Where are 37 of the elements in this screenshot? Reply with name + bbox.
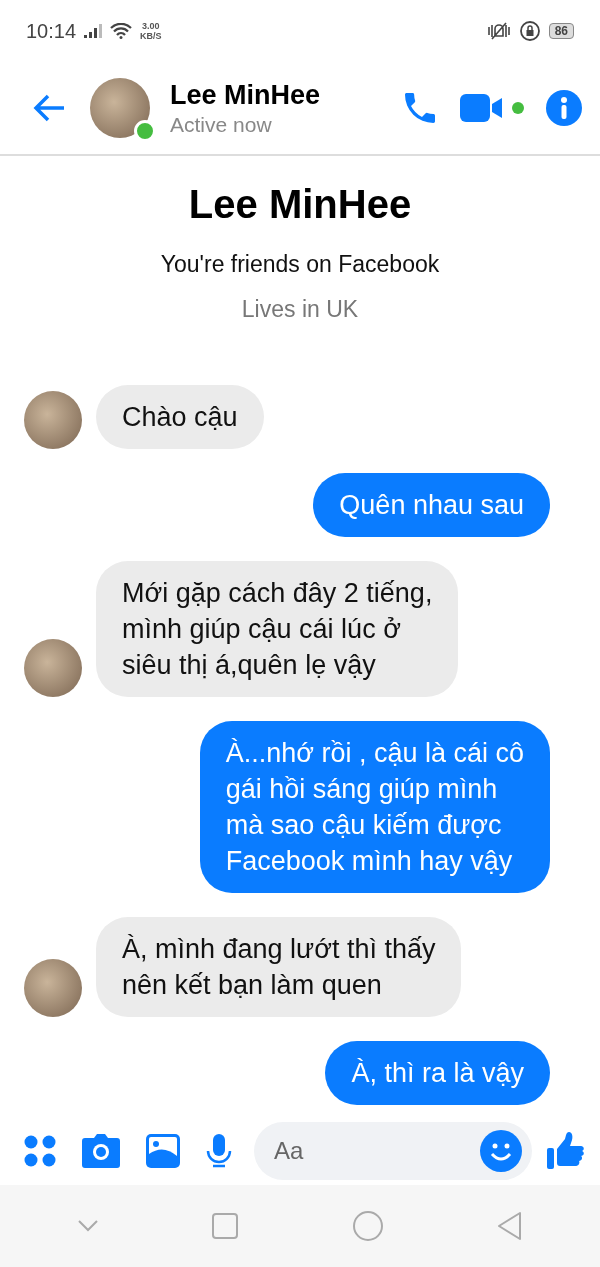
home-icon[interactable] [351,1210,384,1242]
received-message: Chào cậu [96,385,264,449]
info-icon[interactable] [546,90,582,126]
back-arrow-icon[interactable] [32,93,66,123]
received-message: Mới gặp cách đây 2 tiếng, mình giúp cậu cái lúc ở siêu thị á,quên lẹ vậy [96,561,459,697]
apps-icon[interactable] [24,1135,56,1167]
avatar [24,391,82,449]
image-icon[interactable] [146,1134,180,1168]
recents-icon[interactable] [212,1213,239,1239]
smiley-icon[interactable] [480,1130,522,1172]
sent-message: Quên nhau sau [313,473,550,537]
clock-time: 10:14 [26,19,77,43]
network-speed: 3.00 [142,21,160,31]
camera-icon[interactable] [82,1134,120,1168]
avatar [24,639,82,697]
video-camera-icon[interactable] [460,91,526,125]
sent-message: À...nhớ rồi , cậu là cái cô gái hồi sáng giúp mình mà sao cậu kiếm được Facebook mình hay vậy [199,721,550,893]
sent-message: À, thì ra là vậy [325,1041,550,1105]
avatar [90,78,150,138]
thumbs-up-icon[interactable] [546,1131,586,1171]
chevron-down-icon[interactable] [76,1219,99,1233]
location-note: Lives in UK [241,296,359,323]
message-input[interactable]: Aa [254,1122,532,1180]
vibrate-icon [486,21,511,41]
profile-name: Lee MinHee [188,182,412,227]
microphone-icon[interactable] [206,1134,232,1168]
received-message: À, mình đang lướt thì thấy nên kết bạn làm quen [96,917,462,1017]
active-status: Active now [170,112,273,137]
rotation-lock-icon [518,20,541,42]
speed-unit: KB/S [140,31,162,41]
contact-name: Lee MinHee [170,79,321,111]
wifi-icon [110,23,133,39]
battery-level: 86 [548,23,574,39]
back-icon[interactable] [497,1211,524,1241]
signal-icon [84,24,103,38]
friendship-note: You're friends on Facebook [160,251,440,278]
avatar [24,959,82,1017]
